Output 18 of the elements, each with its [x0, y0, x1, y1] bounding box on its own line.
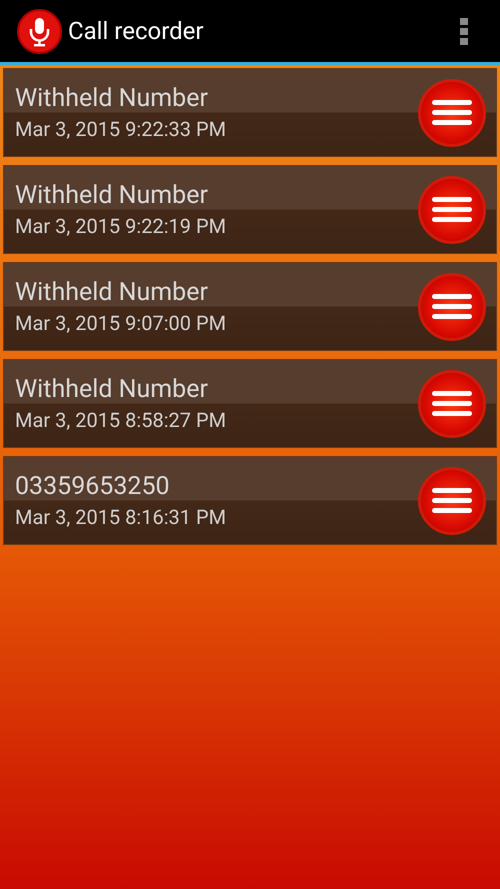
- caller-name: Withheld Number: [15, 374, 209, 406]
- recording-row[interactable]: Withheld Number Mar 3, 2015 9:22:19 PM: [3, 165, 497, 254]
- recording-row[interactable]: Withheld Number Mar 3, 2015 8:58:27 PM: [3, 359, 497, 448]
- overflow-menu-icon[interactable]: [458, 16, 470, 46]
- caller-name: Withheld Number: [15, 180, 209, 212]
- recording-time: Mar 3, 2015 9:22:19 PM: [15, 212, 228, 240]
- recording-time: Mar 3, 2015 9:22:33 PM: [15, 116, 228, 142]
- caller-name: Withheld Number: [15, 82, 209, 114]
- recording-time: Mar 3, 2015 8:16:31 PM: [15, 504, 228, 530]
- recording-time: Mar 3, 2015 9:07:00 PM: [15, 310, 228, 336]
- recording-row[interactable]: 03359653250 Mar 3, 2015 8:16:31 PM: [3, 456, 497, 545]
- caller-name: 03359653250: [15, 470, 171, 502]
- caller-name: Withheld Number: [15, 276, 209, 308]
- recording-row[interactable]: Withheld Number Mar 3, 2015 9:22:33 PM: [3, 68, 497, 157]
- microphone-icon: [17, 8, 62, 54]
- recording-time: Mar 3, 2015 8:58:27 PM: [15, 406, 228, 434]
- app-title: Call recorder: [68, 16, 204, 47]
- recording-row[interactable]: Withheld Number Mar 3, 2015 9:07:00 PM: [3, 262, 497, 351]
